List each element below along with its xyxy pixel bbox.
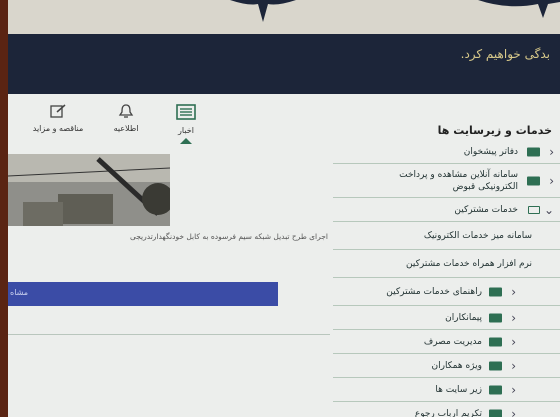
menu-item-label: مدیریت مصرف [423,336,482,347]
folder-icon [489,409,502,417]
news-caption[interactable]: اجرای طرح تبدیل شبکه سیم فرسوده به کابل … [8,232,328,241]
folder-open-icon [528,205,540,214]
chevron-left-icon: ‹ [511,284,516,299]
menu-item-subsites[interactable]: ‹ زیر سایت ها [333,378,560,402]
menu-item-colleagues[interactable]: ‹ ویژه همکاران [333,354,560,378]
tab-announcements[interactable]: اطلاعیه [96,100,156,144]
ornament-graphic [230,0,560,22]
menu-item-consumption[interactable]: ‹ مدیریت مصرف [333,330,560,354]
browser-viewport: بدگی خواهیم کرد. اخبار اطلاعیه مناقصه و … [8,0,560,417]
services-menu: ‹ دفاتر پیشخوان ‹ سامانه آنلاین مشاهده و… [333,140,560,417]
menu-item-label: دفاتر پیشخوان [463,146,518,157]
menu-item-label: زیر سایت ها [435,384,482,395]
chevron-left-icon: ‹ [549,173,554,188]
menu-item-bill-payment[interactable]: ‹ سامانه آنلاین مشاهده و پرداخت الکترونی… [333,164,560,198]
chevron-left-icon: ‹ [511,310,516,325]
menu-item-counters[interactable]: ‹ دفاتر پیشخوان [333,140,560,164]
header-banner: بدگی خواهیم کرد. [8,34,560,94]
menu-item-label: ویژه همکاران [431,360,482,371]
chevron-left-icon: ‹ [549,144,554,159]
chevron-left-icon: ‹ [511,382,516,397]
menu-item-mobile-app[interactable]: نرم افزار همراه خدمات مشترکین [333,250,560,278]
view-more-label: مشاه [10,288,29,297]
main-content: اخبار اطلاعیه مناقصه و مزاید اجرای طرح ت… [8,94,560,417]
news-icon [176,104,196,120]
chevron-left-icon: ‹ [511,406,516,417]
edit-icon [50,104,66,118]
folder-icon [489,313,502,322]
menu-item-e-service-desk[interactable]: سامانه میز خدمات الکترونیک [333,222,560,250]
tab-news-label: اخبار [178,126,194,135]
menu-item-label: سامانه آنلاین مشاهده و پرداخت الکترونیکی… [399,169,518,192]
menu-item-customer-services[interactable]: ⌄ خدمات مشترکین [333,198,560,222]
services-title: خدمات و زیرسایت ها [437,124,552,137]
active-tab-indicator [180,138,192,144]
view-more-bar[interactable]: مشاه [8,282,278,306]
content-divider [8,334,330,335]
menu-item-client-respect[interactable]: ‹ تکریم ارباب رجوع [333,402,560,417]
menu-item-label: سامانه میز خدمات الکترونیک [423,230,532,241]
menu-item-label: تکریم ارباب رجوع [414,408,482,417]
menu-item-label: خدمات مشترکین [454,204,518,215]
menu-item-label: پیمانکاران [445,312,482,323]
news-image[interactable] [8,154,170,226]
folder-icon [527,147,540,156]
folder-icon [489,337,502,346]
chevron-left-icon: ‹ [511,358,516,373]
tab-tenders[interactable]: مناقصه و مزاید [28,100,88,144]
bell-icon [118,104,134,118]
folder-icon [489,361,502,370]
tab-tenders-label: مناقصه و مزاید [32,124,84,133]
header-decoration [8,0,560,34]
banner-text: بدگی خواهیم کرد. [460,47,550,61]
chevron-down-icon: ⌄ [543,202,554,217]
news-photo [8,154,170,226]
folder-icon [489,287,502,296]
menu-item-contractors[interactable]: ‹ پیمانکاران [333,306,560,330]
tab-announcements-label: اطلاعیه [113,124,139,133]
tab-news[interactable]: اخبار [156,100,216,144]
menu-item-label: راهنمای خدمات مشترکین [386,286,482,297]
news-tabs: اخبار اطلاعیه مناقصه و مزاید [8,100,218,144]
menu-item-label: نرم افزار همراه خدمات مشترکین [406,258,532,269]
menu-item-customer-guide[interactable]: ‹ راهنمای خدمات مشترکین [333,278,560,306]
chevron-left-icon: ‹ [511,334,516,349]
folder-icon [527,176,540,185]
folder-icon [489,385,502,394]
